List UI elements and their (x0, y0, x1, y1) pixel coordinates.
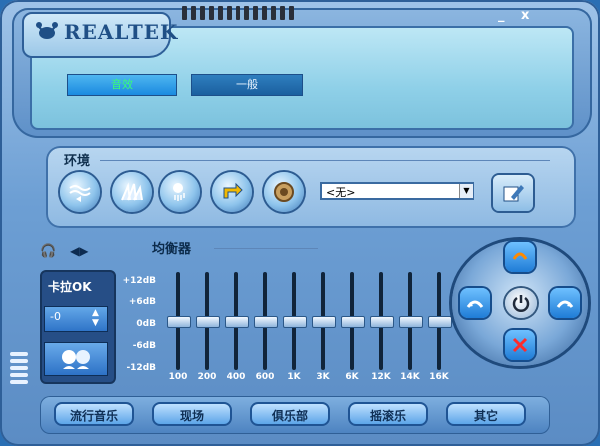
eq-slider-knob[interactable] (370, 316, 394, 328)
singers-icon (62, 350, 90, 369)
env-opera-house-button[interactable] (112, 172, 152, 212)
eq-slider-knob[interactable] (225, 316, 249, 328)
env-water-button[interactable] (60, 172, 100, 212)
env-stone-ring-button[interactable] (264, 172, 304, 212)
side-grip (10, 352, 28, 388)
equalizer-label: 均衡器 (152, 242, 192, 257)
pad-left-button[interactable] (460, 288, 490, 318)
eq-slider-16K[interactable] (428, 272, 452, 370)
undo-icon (512, 252, 528, 260)
headphone-icon[interactable]: 🎧 (40, 244, 56, 259)
window-controls: _ x (498, 8, 558, 24)
power-icon (512, 295, 530, 312)
db-label-0: 0dB (136, 319, 156, 329)
stone-ring-icon (274, 182, 294, 202)
karaoke-label: 卡拉OK (48, 280, 92, 294)
minimize-button[interactable]: _ (498, 8, 505, 23)
realtek-logo: REALTEK (64, 20, 179, 44)
eq-slider-knob[interactable] (428, 316, 452, 328)
pad-top-button[interactable] (505, 242, 535, 272)
preset-other-button[interactable]: 其它 (446, 402, 526, 426)
eq-slider-14K[interactable] (399, 272, 423, 370)
eq-slider-6K[interactable] (341, 272, 365, 370)
eq-band-label: 12K (371, 372, 391, 382)
speaker-balance-icon[interactable]: ◀▶ (70, 244, 88, 258)
eq-band-label: 200 (197, 372, 217, 382)
pipe-icon (223, 182, 243, 199)
water-icon (69, 185, 91, 202)
db-label-minus6: -6dB (132, 341, 156, 351)
environment-label: 环境 (64, 154, 91, 169)
divider (100, 160, 550, 161)
tab-general[interactable]: 一般 (191, 74, 303, 96)
env-pipe-button[interactable] (212, 172, 252, 212)
eq-band-label: 1K (287, 372, 301, 382)
eq-slider-knob[interactable] (341, 316, 365, 328)
chevron-down-icon[interactable]: ▼ (459, 184, 473, 198)
delete-icon (512, 337, 528, 353)
db-label-plus12: +12dB (122, 276, 156, 286)
pad-right-button[interactable] (550, 288, 580, 318)
eq-slider-knob[interactable] (254, 316, 278, 328)
shower-icon (173, 183, 185, 201)
db-label-minus12: -12dB (126, 363, 156, 373)
eq-slider-3K[interactable] (312, 272, 336, 370)
preset-live-button[interactable]: 现场 (152, 402, 232, 426)
power-button[interactable] (505, 288, 537, 318)
eq-slider-200[interactable] (196, 272, 220, 370)
eq-slider-knob[interactable] (312, 316, 336, 328)
eq-band-label: 3K (316, 372, 330, 382)
eq-slider-knob[interactable] (167, 316, 191, 328)
eq-slider-knob[interactable] (196, 316, 220, 328)
load-icon (466, 300, 484, 308)
db-label-plus6: +6dB (128, 297, 156, 307)
eq-band-label: 100 (168, 372, 188, 382)
drag-grip[interactable] (182, 6, 294, 20)
karaoke-key-value: -0 (50, 310, 61, 323)
divider (214, 248, 318, 249)
preset-pop-button[interactable]: 流行音乐 (54, 402, 134, 426)
preset-club-button[interactable]: 俱乐部 (250, 402, 330, 426)
eq-slider-1K[interactable] (283, 272, 307, 370)
eq-band-label: 14K (400, 372, 420, 382)
eq-band-label: 600 (255, 372, 275, 382)
environment-select[interactable]: <无> (320, 182, 474, 200)
close-button[interactable]: x (521, 8, 529, 23)
eq-band-label: 16K (429, 372, 449, 382)
environment-edit-button[interactable] (493, 175, 533, 211)
eq-slider-knob[interactable] (399, 316, 423, 328)
save-icon (556, 300, 574, 308)
karaoke-up-button[interactable]: ▲ (92, 308, 99, 318)
opera-house-icon (121, 182, 143, 201)
eq-slider-100[interactable] (167, 272, 191, 370)
edit-icon (503, 185, 524, 202)
eq-slider-12K[interactable] (370, 272, 394, 370)
pad-bottom-button[interactable] (505, 330, 535, 360)
eq-band-label: 6K (345, 372, 359, 382)
tab-sound-effects[interactable]: 音效 (67, 74, 177, 96)
preset-rock-button[interactable]: 摇滚乐 (348, 402, 428, 426)
eq-band-label: 400 (226, 372, 246, 382)
karaoke-down-button[interactable]: ▼ (92, 318, 99, 328)
eq-slider-knob[interactable] (283, 316, 307, 328)
eq-slider-600[interactable] (254, 272, 278, 370)
realtek-crab-icon (36, 22, 58, 39)
karaoke-voice-cancel-button[interactable] (44, 342, 108, 376)
env-shower-button[interactable] (160, 172, 200, 212)
eq-slider-400[interactable] (225, 272, 249, 370)
